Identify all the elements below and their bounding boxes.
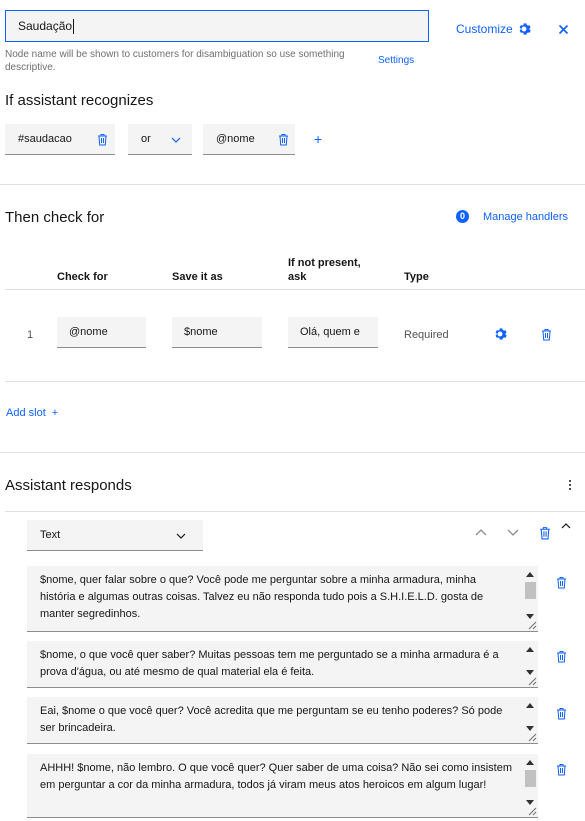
trash-icon[interactable]	[278, 133, 289, 146]
resize-handle-icon[interactable]	[528, 677, 537, 686]
trash-icon[interactable]	[556, 763, 567, 776]
divider	[5, 511, 585, 512]
add-slot-button[interactable]: Add slot +	[6, 407, 58, 419]
response-textarea-2[interactable]: $nome, o que você quer saber? Muitas pes…	[27, 641, 538, 688]
divider	[5, 381, 585, 382]
condition-field-2[interactable]: @nome	[203, 124, 295, 155]
slot-type-label[interactable]: Required	[404, 329, 449, 341]
column-header-check-for: Check for	[57, 271, 108, 283]
overflow-menu-icon[interactable]	[569, 480, 572, 491]
check-for-title: Then check for	[5, 209, 105, 226]
manage-handlers-button[interactable]: 0 Manage handlers	[456, 210, 568, 223]
slot-index: 1	[27, 329, 34, 341]
trash-icon[interactable]	[541, 328, 552, 341]
response-type-select[interactable]: Text	[27, 520, 203, 551]
response-type-value: Text	[40, 529, 61, 541]
trash-icon[interactable]	[556, 576, 567, 589]
divider	[5, 289, 585, 290]
collapse-icon[interactable]	[561, 523, 571, 529]
trash-icon[interactable]	[97, 133, 108, 146]
node-name-helper-text: Node name will be shown to customers for…	[5, 49, 345, 73]
condition-value-2: @nome	[216, 133, 255, 145]
response-text-2: $nome, o que você quer saber? Muitas pes…	[40, 649, 499, 678]
chevron-down-icon	[171, 137, 181, 143]
resize-handle-icon[interactable]	[528, 807, 537, 816]
responds-title: Assistant responds	[5, 477, 132, 494]
recognizes-title: If assistant recognizes	[5, 92, 154, 109]
divider	[0, 452, 585, 453]
trash-icon[interactable]	[556, 650, 567, 663]
column-header-save-as: Save it as	[172, 271, 223, 283]
gear-icon	[519, 23, 531, 35]
condition-field-1[interactable]: #saudacao	[5, 124, 115, 155]
response-textarea-1[interactable]: $nome, quer falar sobre o que? Você pode…	[27, 566, 538, 632]
scrollbar[interactable]	[524, 758, 536, 813]
add-condition-button[interactable]: +	[314, 131, 322, 147]
plus-icon: +	[51, 407, 59, 419]
chevron-down-icon	[176, 533, 186, 539]
customize-button[interactable]: Customize	[456, 22, 531, 36]
chevron-up-icon[interactable]	[475, 529, 487, 536]
response-textarea-3[interactable]: Eai, $nome o que você quer? Você acredit…	[27, 697, 538, 744]
response-text-3: Eai, $nome o que você quer? Você acredit…	[40, 705, 503, 734]
gear-icon[interactable]	[493, 327, 507, 341]
condition-value-1: #saudacao	[18, 133, 72, 145]
trash-icon[interactable]	[539, 526, 551, 540]
chevron-down-icon[interactable]	[507, 529, 519, 536]
condition-operator-select[interactable]: or	[128, 124, 192, 155]
node-name-input[interactable]: Saudação	[5, 10, 429, 42]
response-text-1: $nome, quer falar sobre o que? Você pode…	[40, 574, 484, 620]
resize-handle-icon[interactable]	[528, 621, 537, 630]
column-header-if-not-present: If not present, ask	[288, 256, 361, 284]
node-name-value: Saudação	[18, 19, 73, 33]
text-cursor	[73, 19, 74, 34]
column-header-if-not-present-line2: ask	[288, 271, 307, 283]
response-textarea-4[interactable]: AHHH! $nome, não lembro. O que você quer…	[27, 754, 538, 818]
handlers-count-badge: 0	[456, 210, 469, 223]
settings-link[interactable]: Settings	[378, 55, 414, 66]
column-header-type: Type	[404, 271, 429, 283]
response-text-4: AHHH! $nome, não lembro. O que você quer…	[40, 762, 513, 791]
customize-label: Customize	[456, 22, 513, 36]
column-header-if-not-present-line1: If not present,	[288, 257, 361, 269]
close-icon[interactable]	[558, 24, 569, 35]
scrollbar[interactable]	[524, 570, 536, 627]
divider	[0, 184, 585, 185]
slot-check-for-input[interactable]: @nome	[57, 317, 146, 348]
slot-save-as-input[interactable]: $nome	[172, 317, 262, 348]
operator-value: or	[141, 133, 151, 145]
trash-icon[interactable]	[556, 707, 567, 720]
slot-ask-input[interactable]: Olá, quem e	[288, 317, 378, 348]
resize-handle-icon[interactable]	[528, 733, 537, 742]
manage-handlers-label: Manage handlers	[483, 210, 569, 223]
add-slot-label: Add slot	[6, 407, 46, 419]
